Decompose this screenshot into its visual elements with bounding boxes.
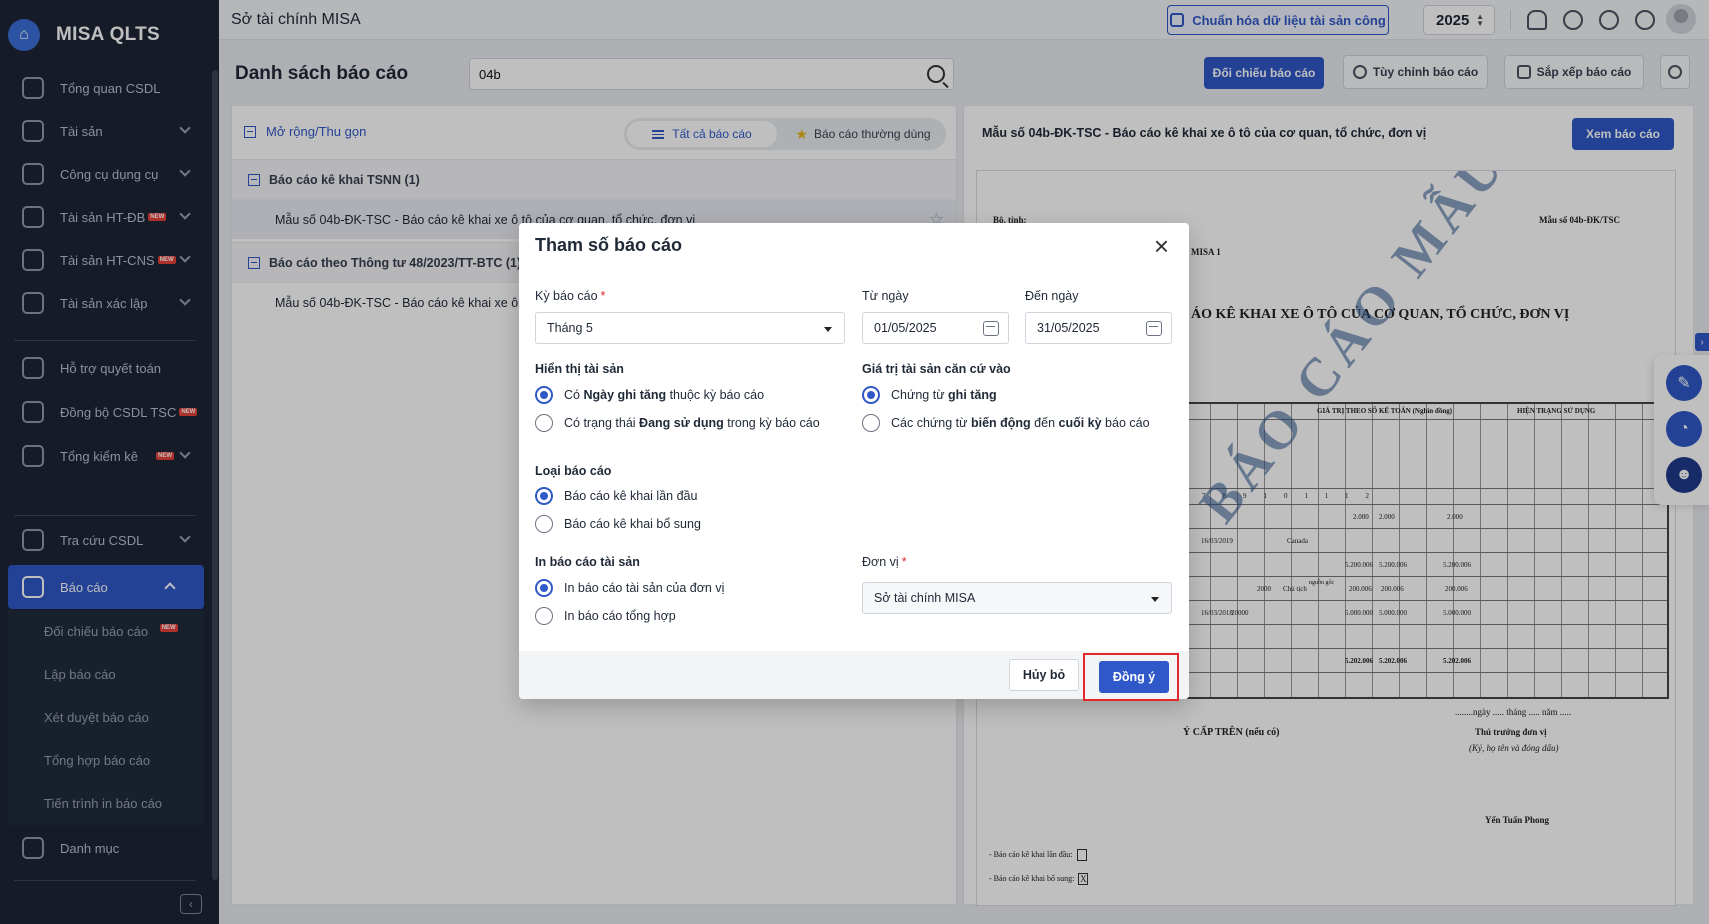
report-parameters-dialog: Tham số báo cáo × Kỳ báo cáo * Tháng 5 Từ… bbox=[519, 223, 1189, 701]
unit-select[interactable]: Sở tài chính MISA bbox=[862, 582, 1172, 614]
display-option-in-use[interactable]: Có trạng thái Đang sử dụng trong kỳ báo … bbox=[535, 414, 820, 432]
display-option-label: Có trạng thái Đang sử dụng trong kỳ báo … bbox=[564, 416, 820, 430]
unit-value: Sở tài chính MISA bbox=[874, 591, 976, 605]
radio-checked-icon bbox=[862, 386, 880, 404]
period-select[interactable]: Tháng 5 bbox=[535, 312, 845, 344]
caret-down-icon bbox=[824, 327, 832, 332]
report-type-section: Loại báo cáo bbox=[535, 464, 612, 478]
report-type-label: Báo cáo kê khai bổ sung bbox=[564, 517, 701, 531]
value-basis-section: Giá trị tài sản căn cứ vào bbox=[862, 362, 1011, 376]
value-option-increase-voucher[interactable]: Chứng từ ghi tăng bbox=[862, 386, 997, 404]
to-date-label: Đến ngày bbox=[1025, 289, 1079, 303]
print-option-label: In báo cáo tài sản của đơn vị bbox=[564, 581, 725, 595]
confirm-button[interactable]: Đồng ý bbox=[1099, 661, 1169, 693]
dialog-title: Tham số báo cáo bbox=[535, 235, 683, 255]
caret-down-icon bbox=[1151, 597, 1159, 602]
required-mark: * bbox=[600, 289, 606, 303]
report-type-label: Báo cáo kê khai lần đầu bbox=[564, 489, 698, 503]
radio-checked-icon bbox=[535, 487, 553, 505]
from-date-value: 01/05/2025 bbox=[874, 321, 937, 335]
close-icon[interactable]: × bbox=[1154, 233, 1169, 259]
print-option-unit[interactable]: In báo cáo tài sản của đơn vị bbox=[535, 579, 724, 597]
display-option-label: Có Ngày ghi tăng thuộc kỳ báo cáo bbox=[564, 388, 765, 402]
print-assets-section: In báo cáo tài sản bbox=[535, 555, 640, 569]
print-option-label: In báo cáo tổng hợp bbox=[564, 609, 676, 623]
display-assets-section: Hiển thị tài sản bbox=[535, 362, 624, 376]
calendar-icon[interactable] bbox=[983, 321, 999, 336]
radio-checked-icon bbox=[535, 579, 553, 597]
report-type-supplement[interactable]: Báo cáo kê khai bổ sung bbox=[535, 515, 701, 533]
dialog-footer: Hủy bỏ Đồng ý bbox=[519, 651, 1189, 701]
radio-unchecked-icon bbox=[535, 607, 553, 625]
from-date-label: Từ ngày bbox=[862, 289, 909, 303]
radio-unchecked-icon bbox=[862, 414, 880, 432]
radio-checked-icon bbox=[535, 386, 553, 404]
cancel-button[interactable]: Hủy bỏ bbox=[1009, 659, 1079, 691]
period-label: Kỳ báo cáo * bbox=[535, 289, 606, 303]
value-option-changes-to-end[interactable]: Các chứng từ biến động đến cuối kỳ báo c… bbox=[862, 414, 1150, 432]
report-type-first[interactable]: Báo cáo kê khai lần đầu bbox=[535, 487, 697, 505]
required-mark: * bbox=[901, 555, 907, 569]
period-value: Tháng 5 bbox=[547, 321, 593, 335]
from-date-field[interactable]: 01/05/2025 bbox=[862, 312, 1009, 344]
highlight-frame: Đồng ý bbox=[1083, 653, 1179, 701]
calendar-icon[interactable] bbox=[1146, 321, 1162, 336]
to-date-value: 31/05/2025 bbox=[1037, 321, 1100, 335]
value-option-label: Các chứng từ biến động đến cuối kỳ báo c… bbox=[891, 416, 1150, 430]
value-option-label: Chứng từ ghi tăng bbox=[891, 388, 997, 402]
radio-unchecked-icon bbox=[535, 414, 553, 432]
print-option-summary[interactable]: In báo cáo tổng hợp bbox=[535, 607, 676, 625]
display-option-increase-date[interactable]: Có Ngày ghi tăng thuộc kỳ báo cáo bbox=[535, 386, 764, 404]
unit-label: Đơn vị * bbox=[862, 555, 907, 569]
radio-unchecked-icon bbox=[535, 515, 553, 533]
to-date-field[interactable]: 31/05/2025 bbox=[1025, 312, 1172, 344]
